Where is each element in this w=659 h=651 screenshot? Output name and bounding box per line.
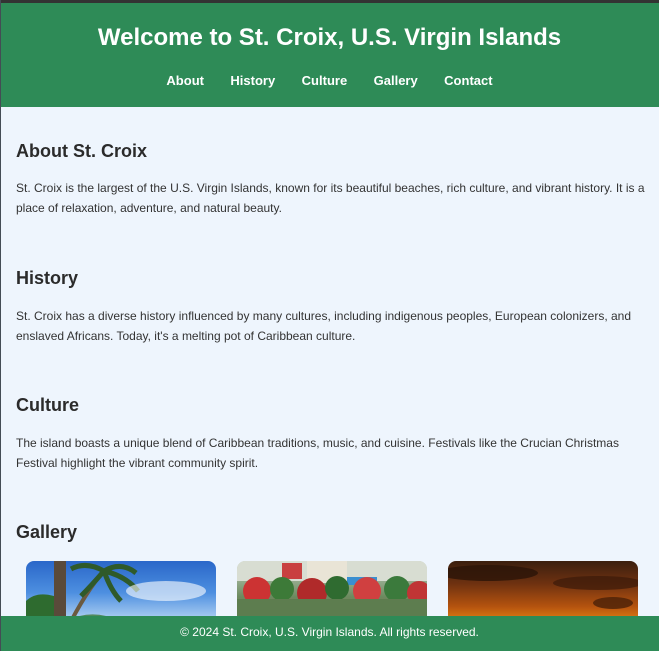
site-header: Welcome to St. Croix, U.S. Virgin Island…	[0, 3, 659, 107]
history-text: St. Croix has a diverse history influenc…	[16, 309, 632, 343]
main-nav: About History Culture Gallery Contact	[0, 72, 659, 90]
culture-text: The island boasts a unique blend of Cari…	[16, 436, 619, 470]
copyright-text: © 2024 St. Croix, U.S. Virgin Islands. A…	[180, 625, 479, 639]
culture-heading: Culture	[16, 395, 79, 415]
nav-link-contact[interactable]: Contact	[444, 73, 492, 89]
nav-link-about[interactable]: About	[166, 73, 204, 89]
about-text: St. Croix is the largest of the U.S. Vir…	[16, 181, 645, 215]
about-heading: About St. Croix	[16, 141, 147, 161]
nav-link-gallery[interactable]: Gallery	[374, 73, 418, 89]
site-footer: © 2024 St. Croix, U.S. Virgin Islands. A…	[0, 616, 659, 651]
page-title: Welcome to St. Croix, U.S. Virgin Island…	[97, 24, 562, 51]
gallery-heading: Gallery	[16, 522, 78, 542]
window-left-border	[0, 0, 1, 651]
history-heading: History	[16, 268, 79, 288]
nav-link-culture[interactable]: Culture	[302, 73, 348, 89]
nav-link-history[interactable]: History	[230, 73, 275, 89]
